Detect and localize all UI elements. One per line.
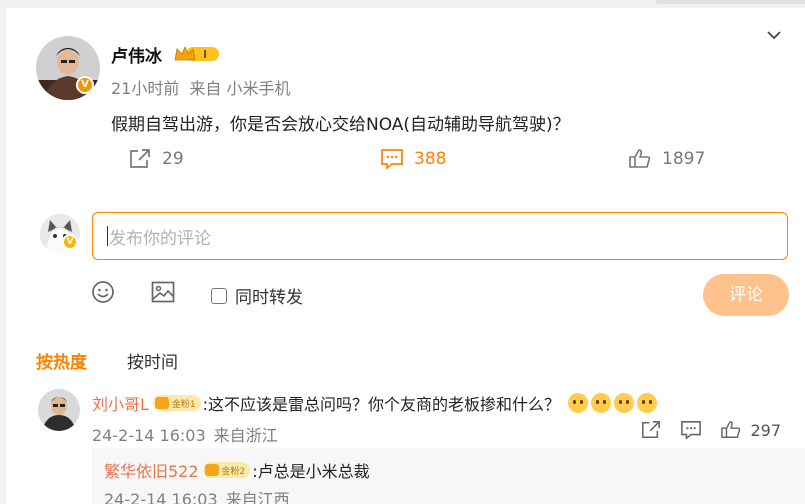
verified-badge-icon: V: [76, 76, 94, 94]
doge-emoji-icon: [591, 393, 612, 413]
fan-badge-label: 金粉2: [221, 466, 246, 477]
like-count: 1897: [662, 149, 706, 169]
comment-icon: [381, 149, 403, 170]
comment-button[interactable]: 388: [380, 148, 446, 170]
reply-meta: 24-2-14 16:03 来自江西: [104, 486, 298, 504]
comment-actions: 297: [622, 420, 781, 440]
reply-time: 24-2-14 16:03: [104, 490, 218, 504]
comment-reply-button[interactable]: [680, 420, 702, 440]
share-icon: [130, 149, 150, 168]
fan-badge-label: 金粉1: [171, 399, 196, 410]
replier-name[interactable]: 繁华依旧522: [104, 458, 199, 482]
submit-comment-button[interactable]: 评论: [703, 274, 789, 316]
chevron-down-icon[interactable]: [767, 30, 781, 40]
comment-location: 来自浙江: [213, 426, 278, 445]
crown-level-icon: I: [174, 45, 220, 63]
doge-emoji-icon: [637, 393, 658, 413]
comment-placeholder: 发布你的评论: [109, 228, 211, 249]
share-icon: [642, 421, 661, 439]
author-name[interactable]: 卢伟冰: [111, 42, 162, 67]
my-verified-badge-icon: V: [62, 234, 78, 250]
repost-checkbox[interactable]: 同时转发: [211, 283, 303, 308]
comment-text: :这不应该是雷总问吗？你个友商的老板掺和什么？: [202, 395, 561, 414]
post-time[interactable]: 21小时前: [111, 79, 179, 98]
post-source: 来自 小米手机: [189, 79, 291, 98]
commenter-avatar[interactable]: [38, 389, 80, 431]
post-text: 假期自驾出游，你是否会放心交给NOA(自动辅助导航驾驶)？: [111, 115, 570, 135]
fan-badge: 金粉1: [152, 395, 201, 411]
text-caret: [107, 226, 108, 246]
window-top-strip: [0, 0, 805, 8]
post-meta: 21小时前 来自 小米手机: [111, 75, 300, 99]
reply-line: 繁华依旧522 金粉2 :卢总是小米总裁: [104, 458, 370, 482]
sort-by-time-tab[interactable]: 按时间: [127, 348, 178, 373]
sort-by-hot-tab[interactable]: 按热度: [36, 348, 87, 373]
repost-label: 同时转发: [235, 288, 303, 308]
top-tab: [655, 0, 805, 4]
reply-text: :卢总是小米总裁: [252, 462, 370, 481]
doge-emoji-icon: [568, 393, 589, 413]
reply-icon: [681, 421, 702, 440]
like-button[interactable]: 1897: [628, 148, 705, 170]
fan-badge-icon: [154, 397, 169, 409]
commenter-name[interactable]: 刘小哥L: [92, 391, 149, 415]
level-text: I: [203, 48, 207, 61]
comment-line: 刘小哥L 金粉1 :这不应该是雷总问吗？你个友商的老板掺和什么？: [92, 391, 658, 415]
weibo-post-card: V 卢伟冰 I 21小时前 来自 小米手机 假期自驾出游，你是否会放心交给NOA(…: [6, 8, 805, 504]
comment-like-count: 297: [750, 420, 781, 440]
doge-emoji-icon: [614, 393, 635, 413]
image-icon[interactable]: [151, 281, 175, 303]
comment-time: 24-2-14 16:03: [92, 426, 206, 445]
fan-badge: 金粉2: [202, 462, 251, 478]
share-button[interactable]: 29: [128, 148, 184, 170]
reply-location: 来自江西: [225, 490, 290, 504]
reply-box: 繁华依旧522 金粉2 :卢总是小米总裁 24-2-14 16:03 来自江西: [92, 448, 805, 504]
comment-meta: 24-2-14 16:03 来自浙江: [92, 422, 286, 446]
fan-badge-icon: [204, 464, 219, 476]
checkbox-box[interactable]: [211, 287, 227, 304]
like-icon: [721, 421, 741, 438]
emoji-icon[interactable]: [91, 280, 115, 304]
like-icon: [629, 149, 651, 168]
comment-like-button[interactable]: 297: [720, 420, 781, 440]
comment-count: 388: [414, 149, 447, 169]
comment-share-button[interactable]: [640, 420, 662, 440]
share-count: 29: [162, 149, 184, 169]
comment-input[interactable]: 发布你的评论: [92, 212, 788, 260]
